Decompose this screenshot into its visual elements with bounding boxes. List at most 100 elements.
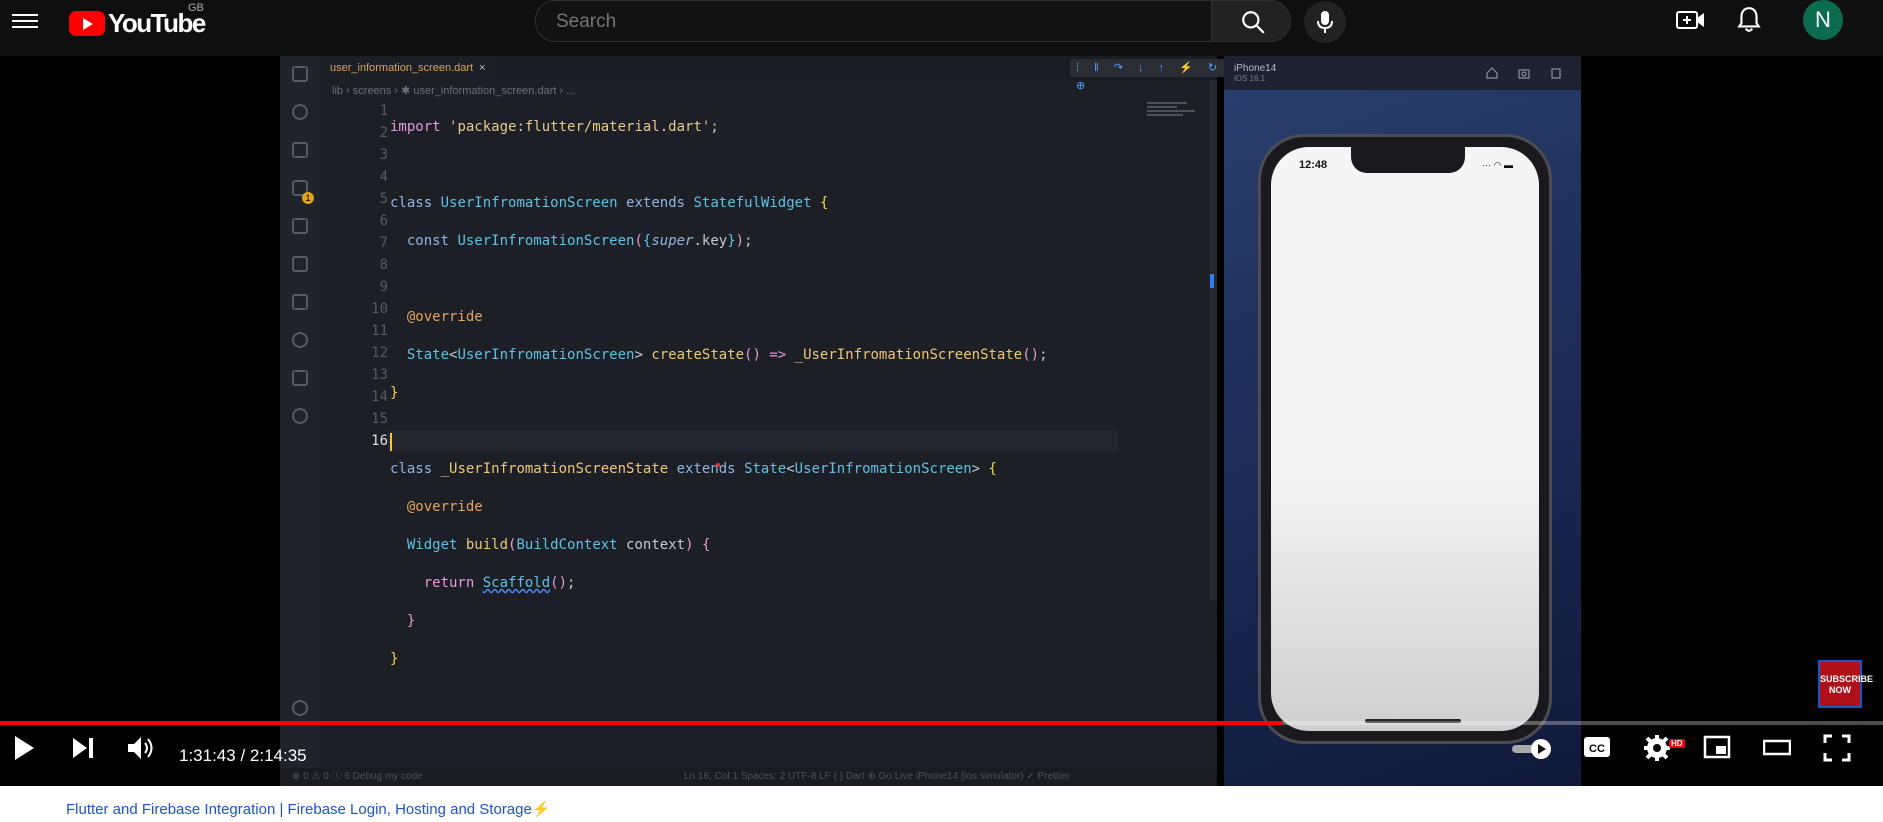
- code-line: Widget build(BuildContext context) {: [406, 537, 711, 553]
- create-video-icon[interactable]: [1676, 8, 1706, 32]
- theater-mode-icon[interactable]: [1763, 734, 1791, 760]
- microphone-icon: [1317, 11, 1333, 33]
- line-number: 14: [371, 389, 388, 405]
- breadcrumb: lib › screens › ✱ user_information_scree…: [332, 85, 576, 97]
- line-number: 3: [379, 147, 388, 163]
- line-number: 15: [371, 411, 388, 427]
- country-code: GB: [188, 2, 204, 14]
- flutter-icon: [292, 294, 308, 310]
- progress-played: [0, 721, 1283, 725]
- hd-badge: HD: [1669, 739, 1685, 748]
- status-left: ⊗ 0 ⚠ 0 ⓘ 6 Debug my code: [292, 771, 423, 782]
- testing-icon: [292, 256, 308, 272]
- video-player[interactable]: 1 user_information_screen.dart × ⁞ ‖ ↷ ↓ …: [0, 56, 1883, 786]
- minimap[interactable]: [1147, 100, 1199, 118]
- line-number: 4: [379, 169, 388, 185]
- code-line: return Scaffold();: [423, 575, 576, 591]
- remote-explorer-icon: [292, 408, 308, 424]
- fullscreen-icon[interactable]: [1823, 734, 1851, 762]
- text-cursor: [390, 433, 392, 451]
- voice-search-button[interactable]: [1304, 1, 1346, 43]
- code-line: }: [390, 385, 399, 401]
- youtube-logo[interactable]: YouTube: [69, 8, 206, 39]
- captions-icon[interactable]: CC: [1583, 734, 1611, 760]
- explorer-icon: [292, 66, 308, 82]
- menu-icon[interactable]: [12, 10, 38, 32]
- next-icon[interactable]: [70, 734, 96, 762]
- editor-tab[interactable]: user_information_screen.dart ×: [320, 56, 496, 80]
- scroll-marker: [1210, 274, 1214, 288]
- notifications-icon[interactable]: [1736, 6, 1762, 34]
- tab-label: user_information_screen.dart: [330, 62, 474, 74]
- subscribe-overlay[interactable]: SUBSCRIBE NOW: [1818, 660, 1873, 708]
- phone-frame: 12:48 ··· ◠ ▬: [1258, 134, 1552, 744]
- masthead: YouTube GB N: [0, 0, 1883, 56]
- extensions-icon: [292, 218, 308, 234]
- github-icon: [292, 332, 308, 348]
- code-line: import 'package:flutter/material.dart';: [390, 119, 719, 135]
- line-number: 6: [379, 213, 388, 229]
- search-icon: [292, 104, 308, 120]
- code-line: class UserInfromationScreen extends Stat…: [390, 195, 829, 211]
- svg-text:CC: CC: [1589, 743, 1605, 755]
- progress-bar[interactable]: [0, 721, 1883, 725]
- home-icon[interactable]: [1486, 67, 1498, 79]
- video-title[interactable]: Flutter and Firebase Integration | Fireb…: [66, 800, 551, 818]
- time-display: 1:31:43 / 2:14:35: [179, 746, 307, 765]
- device-name: iPhone14: [1234, 63, 1277, 74]
- line-numbers: 1 2 3 4 5 6 7 8 9 10 11 12 13 14 15 16: [320, 100, 388, 452]
- bookmark-icon: [292, 370, 308, 386]
- settings-icon[interactable]: [1643, 734, 1671, 762]
- red-dot: [716, 463, 720, 467]
- editor-tab-bar: user_information_screen.dart × ⁞ ‖ ↷ ↓ ↑ …: [320, 56, 1250, 92]
- code-line: State<UserInfromationScreen> createState…: [406, 347, 1048, 363]
- line-number: 11: [371, 323, 388, 339]
- avatar[interactable]: N: [1803, 0, 1843, 40]
- code-line: @override: [406, 499, 483, 515]
- line-number: 7: [379, 235, 388, 251]
- activity-bar: 1: [280, 56, 320, 786]
- search-icon: [1242, 11, 1265, 34]
- line-number: 13: [371, 367, 388, 383]
- status-right: Ln 16, Col 1 Spaces: 2 UTF-8 LF { } Dart…: [684, 771, 1070, 782]
- code-line: class _UserInfromationScreenState extend…: [390, 461, 997, 477]
- ios-simulator: iPhone14 iOS 16.1 12:48 ··· ◠ ▬: [1224, 56, 1581, 786]
- search-box[interactable]: [535, 0, 1213, 42]
- phone-status-icons: ··· ◠ ▬: [1482, 160, 1513, 170]
- debug-badge: 1: [302, 192, 314, 204]
- debug-toolbar[interactable]: ⁞ ‖ ↷ ↓ ↑ ⚡ ↻ ■ ⊕: [1070, 59, 1250, 92]
- code-line: const UserInfromationScreen({super.key})…: [406, 233, 753, 249]
- code-line: }: [390, 651, 399, 667]
- code-editor[interactable]: import 'package:flutter/material.dart'; …: [390, 100, 1048, 740]
- miniplayer-icon[interactable]: [1703, 734, 1731, 760]
- source-control-icon: [292, 142, 308, 158]
- autoplay-toggle-icon[interactable]: [1510, 738, 1554, 760]
- code-line: @override: [406, 309, 483, 325]
- screenshot-icon[interactable]: [1518, 67, 1530, 79]
- line-number: 12: [371, 345, 388, 361]
- search-input[interactable]: [556, 11, 1156, 33]
- phone-screen[interactable]: 12:48 ··· ◠ ▬: [1271, 147, 1539, 731]
- status-bar: ⊗ 0 ⚠ 0 ⓘ 6 Debug my code Ln 16, Col 1 S…: [280, 768, 1217, 786]
- vertical-scrollbar[interactable]: [1210, 80, 1217, 600]
- phone-clock: 12:48: [1299, 159, 1328, 171]
- line-number: 16: [371, 433, 388, 449]
- youtube-play-icon: [69, 11, 105, 36]
- close-icon[interactable]: ×: [479, 62, 485, 74]
- line-number: 8: [379, 257, 388, 273]
- account-icon: [292, 700, 308, 716]
- play-icon[interactable]: [12, 734, 36, 762]
- code-line: }: [406, 613, 416, 629]
- simulator-header: iPhone14 iOS 16.1: [1224, 56, 1581, 90]
- search-button[interactable]: [1211, 0, 1291, 42]
- rotate-icon[interactable]: [1550, 67, 1562, 79]
- volume-icon[interactable]: [126, 734, 156, 762]
- line-number: 1: [379, 103, 388, 119]
- line-number: 9: [379, 279, 388, 295]
- line-number: 10: [371, 301, 388, 317]
- vscode-window: 1 user_information_screen.dart × ⁞ ‖ ↷ ↓ …: [280, 56, 1250, 786]
- line-number: 5: [379, 191, 388, 207]
